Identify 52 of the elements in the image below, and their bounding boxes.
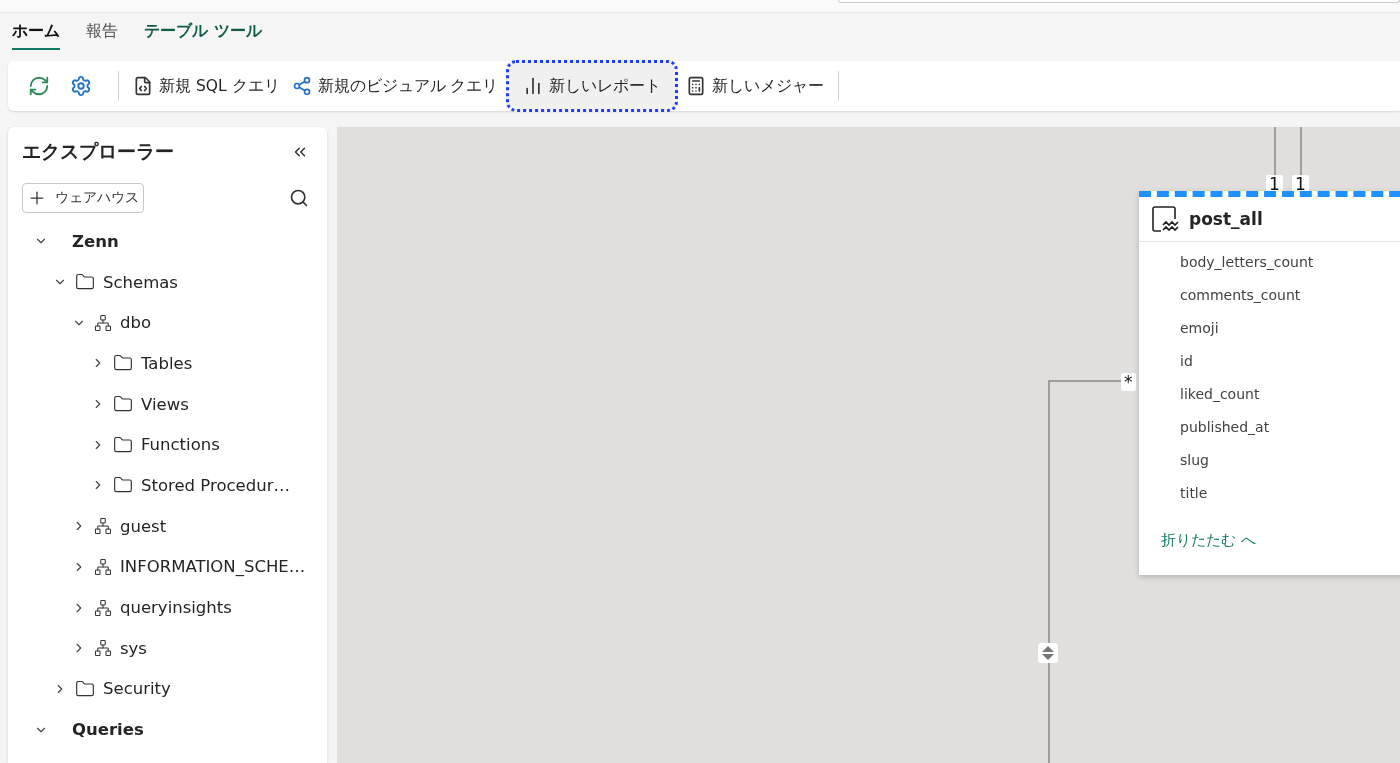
- column-name: emoji: [1179, 318, 1220, 338]
- search-icon[interactable]: [289, 188, 309, 208]
- tree-item[interactable]: sys: [120, 638, 147, 658]
- tree-item[interactable]: Functions: [141, 435, 220, 455]
- column-name: id: [1179, 351, 1194, 371]
- tree-item[interactable]: Tables: [141, 353, 193, 373]
- tree-item[interactable]: Zenn: [72, 231, 119, 251]
- schema-icon: [94, 313, 112, 332]
- tree-item[interactable]: Stored Procedur…: [141, 475, 290, 495]
- tree-item[interactable]: Security: [103, 679, 171, 699]
- refresh-icon[interactable]: [28, 75, 50, 97]
- column-name: published_at: [1179, 417, 1271, 437]
- tree-item[interactable]: INFORMATION_SCHE…: [120, 557, 306, 577]
- schema-icon: [94, 598, 112, 617]
- tree-item[interactable]: dbo: [120, 313, 152, 333]
- schema-icon: [94, 639, 112, 658]
- tree-item[interactable]: Queries: [72, 720, 144, 740]
- settings-icon[interactable]: [70, 75, 92, 97]
- table-icon: [1151, 205, 1181, 233]
- add-warehouse-button[interactable]: ウェアハウス: [22, 183, 144, 213]
- column-name: slug: [1179, 450, 1210, 470]
- tree-item[interactable]: guest: [120, 516, 167, 536]
- panel-title: エクスプローラー: [22, 139, 174, 164]
- tree-item[interactable]: Schemas: [103, 272, 178, 292]
- relationship-line: [1274, 127, 1302, 176]
- toolbar-button[interactable]: 新規 SQL クエリ: [129, 68, 284, 104]
- cardinality-label: 1: [1266, 175, 1283, 193]
- folder-icon: [113, 434, 133, 455]
- folder-icon: [75, 678, 95, 699]
- table-name: post_all: [1189, 209, 1263, 229]
- sort-icon[interactable]: [1038, 643, 1058, 663]
- column-name: body_letters_count: [1179, 252, 1315, 272]
- search-field[interactable]: [838, 0, 1400, 3]
- schema-icon: [94, 517, 112, 536]
- tree-item[interactable]: queryinsights: [120, 598, 232, 618]
- column-name: comments_count: [1179, 285, 1302, 305]
- calculator-icon: [686, 76, 707, 96]
- toolbar-button[interactable]: 新しいレポート: [506, 60, 679, 112]
- schema-icon: [94, 557, 112, 576]
- tree-item[interactable]: Views: [141, 394, 189, 414]
- column-name: title: [1179, 483, 1209, 503]
- diagram-icon: [291, 76, 312, 96]
- toolbar-button[interactable]: 新しいメジャー: [682, 68, 829, 104]
- cardinality-label: *: [1121, 373, 1136, 391]
- sql-file-icon: [133, 76, 153, 96]
- ribbon-tab[interactable]: テーブル ツール: [144, 21, 262, 50]
- ribbon-tab[interactable]: ホーム: [12, 21, 60, 50]
- ribbon-tab[interactable]: 報告: [86, 21, 118, 50]
- table-card[interactable]: post_all body_letters_count comments_count emoji id liked_count published_at slug title 折りたたむ へ: [1139, 191, 1400, 575]
- column-name: liked_count: [1179, 384, 1261, 404]
- toolbar-button[interactable]: 新規のビジュアル クエリ: [287, 68, 503, 104]
- collapse-link[interactable]: 折りたたむ へ: [1139, 523, 1256, 550]
